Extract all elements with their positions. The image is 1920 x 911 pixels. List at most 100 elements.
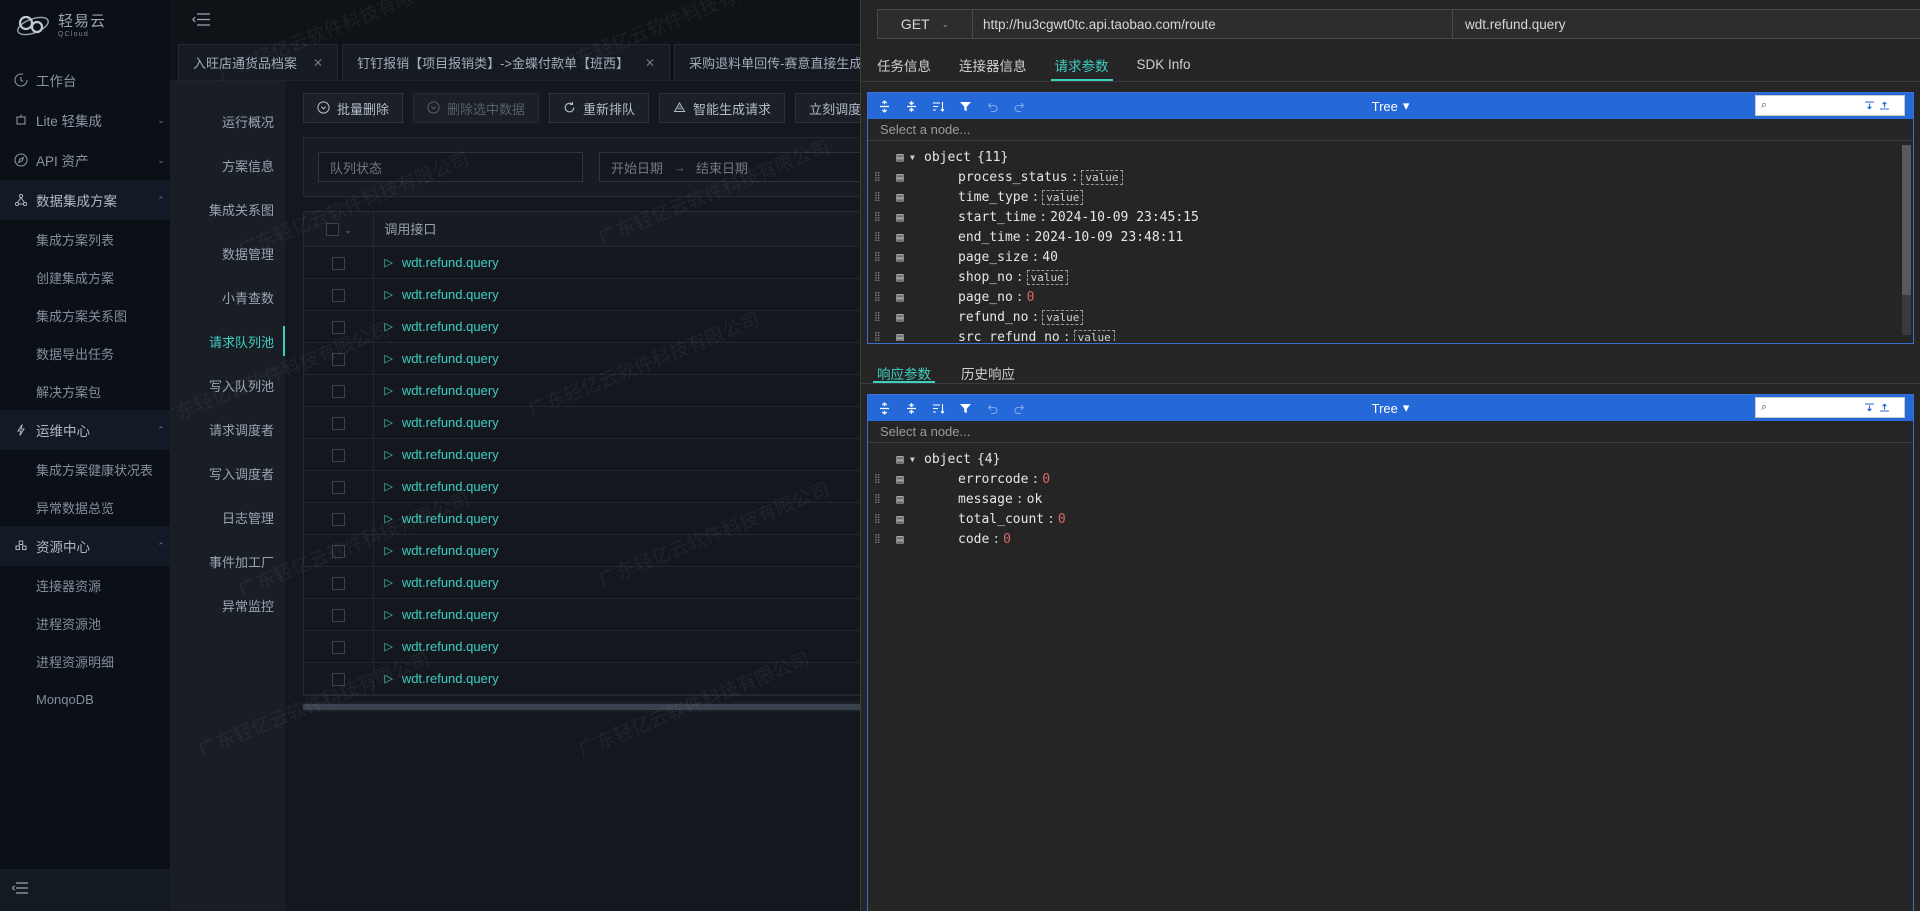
undo-icon[interactable]	[986, 100, 999, 113]
sidebar-item-scheme-list[interactable]: 集成方案列表	[0, 220, 170, 258]
subnav-item-scheme-info[interactable]: 方案信息	[170, 143, 285, 187]
node-icon[interactable]: ▤	[890, 290, 910, 304]
delete-selected-button[interactable]: 删除选中数据	[413, 93, 539, 123]
sidebar-group-resource-center[interactable]: 资源中心 ⌃	[0, 526, 170, 566]
filter-icon[interactable]	[959, 402, 972, 415]
node-icon[interactable]: ▤	[890, 190, 910, 204]
play-icon[interactable]: ▷	[384, 544, 392, 557]
request-api-input[interactable]: wdt.refund.query	[1453, 9, 1920, 39]
drag-handle-icon[interactable]: ⣿	[874, 214, 890, 221]
json-node-value[interactable]: value	[1042, 310, 1083, 325]
sidebar-item-export-task[interactable]: 数据导出任务	[0, 334, 170, 372]
scrollbar-thumb[interactable]	[1902, 145, 1911, 295]
json-node-row[interactable]: ⣿▤start_time:2024-10-09 23:45:15	[868, 207, 1913, 227]
json-node-row[interactable]: ⣿▤shop_no:value	[868, 267, 1913, 287]
node-icon[interactable]: ▤	[890, 210, 910, 224]
json-node-value[interactable]: value	[1081, 170, 1122, 185]
json-node-value[interactable]: ok	[1027, 492, 1043, 507]
sidebar-toggle-icon[interactable]	[192, 12, 211, 32]
tab-response-history[interactable]: 历史响应	[961, 363, 1015, 383]
sidebar-item-workbench[interactable]: 工作台	[0, 60, 170, 100]
json-node-row[interactable]: ⣿▤src_refund_no:value	[868, 327, 1913, 341]
row-checkbox[interactable]	[332, 417, 345, 430]
expand-all-icon[interactable]	[878, 402, 891, 415]
editor-search-input[interactable]: ⌕	[1755, 95, 1905, 116]
row-checkbox[interactable]	[332, 257, 345, 270]
drag-handle-icon[interactable]: ⣿	[874, 314, 890, 321]
search-nav-buttons[interactable]	[1864, 402, 1890, 413]
subnav-item-relation-graph[interactable]: 集成关系图	[170, 187, 285, 231]
json-node-row[interactable]: ⣿▤page_size:40	[868, 247, 1913, 267]
play-icon[interactable]: ▷	[384, 608, 392, 621]
subnav-item-write-scheduler[interactable]: 写入调度者	[170, 451, 285, 495]
json-node-value[interactable]: 40	[1042, 250, 1058, 265]
play-icon[interactable]: ▷	[384, 448, 392, 461]
sidebar-collapse-bar[interactable]	[0, 869, 170, 911]
json-node-value[interactable]: 0	[1058, 512, 1066, 527]
editor-mode-select[interactable]: Tree ▾	[1372, 400, 1410, 416]
tab-connector-info[interactable]: 连接器信息	[959, 48, 1027, 81]
subnav-item-exception-monitor[interactable]: 异常监控	[170, 583, 285, 627]
row-checkbox[interactable]	[332, 289, 345, 302]
node-icon[interactable]: ▤	[890, 512, 910, 526]
json-node-row[interactable]: ⣿▤process_status:value	[868, 167, 1913, 187]
sidebar-item-api-assets[interactable]: API 资产 ⌄	[0, 140, 170, 180]
row-checkbox[interactable]	[332, 449, 345, 462]
sidebar-group-ops-center[interactable]: 运维中心 ⌃	[0, 410, 170, 450]
play-icon[interactable]: ▷	[384, 256, 392, 269]
filter-icon[interactable]	[959, 100, 972, 113]
row-checkbox[interactable]	[332, 353, 345, 366]
subnav-item-write-queue-pool[interactable]: 写入队列池	[170, 363, 285, 407]
http-method-select[interactable]: GET ⌄	[877, 9, 973, 39]
json-node-value[interactable]: 2024-10-09 23:48:11	[1034, 230, 1183, 245]
node-icon[interactable]: ▤	[890, 250, 910, 264]
subnav-item-data-management[interactable]: 数据管理	[170, 231, 285, 275]
play-icon[interactable]: ▷	[384, 384, 392, 397]
row-checkbox[interactable]	[332, 321, 345, 334]
redo-icon[interactable]	[1013, 402, 1026, 415]
chevron-down-icon[interactable]: ⌄	[344, 225, 352, 235]
editor-mode-select[interactable]: Tree ▾	[1372, 98, 1410, 114]
sidebar-item-connector-resource[interactable]: 连接器资源	[0, 566, 170, 604]
batch-delete-button[interactable]: 批量删除	[303, 93, 403, 123]
collapse-all-icon[interactable]	[905, 402, 918, 415]
sort-icon[interactable]	[932, 100, 945, 113]
node-icon[interactable]: ▤	[890, 492, 910, 506]
row-checkbox[interactable]	[332, 609, 345, 622]
json-node-value[interactable]: value	[1027, 270, 1068, 285]
row-checkbox[interactable]	[332, 577, 345, 590]
play-icon[interactable]: ▷	[384, 416, 392, 429]
sidebar-item-exception-overview[interactable]: 异常数据总览	[0, 488, 170, 526]
row-checkbox[interactable]	[332, 545, 345, 558]
collapse-icon[interactable]	[12, 881, 29, 900]
node-icon[interactable]: ▤	[890, 452, 910, 466]
json-node-value[interactable]: value	[1042, 190, 1083, 205]
queue-status-select[interactable]: 队列状态	[318, 152, 583, 182]
tab-request-params[interactable]: 请求参数	[1055, 48, 1109, 81]
drag-handle-icon[interactable]: ⣿	[874, 496, 890, 503]
sidebar-item-health-table[interactable]: 集成方案健康状况表	[0, 450, 170, 488]
node-icon[interactable]: ▤	[890, 472, 910, 486]
node-select-bar[interactable]: Select a node...	[868, 421, 1913, 443]
node-icon[interactable]: ▤	[890, 150, 910, 164]
node-icon[interactable]: ▤	[890, 270, 910, 284]
drag-handle-icon[interactable]: ⣿	[874, 194, 890, 201]
json-node-row[interactable]: ⣿▤time_type:value	[868, 187, 1913, 207]
node-icon[interactable]: ▤	[890, 310, 910, 324]
collapse-all-icon[interactable]	[905, 100, 918, 113]
json-node-row[interactable]: ⣿▤errorcode:0	[868, 469, 1913, 489]
undo-icon[interactable]	[986, 402, 999, 415]
sidebar-group-data-integration[interactable]: 数据集成方案 ⌃	[0, 180, 170, 220]
sidebar-item-solution-pack[interactable]: 解决方案包	[0, 372, 170, 410]
redo-icon[interactable]	[1013, 100, 1026, 113]
ai-generate-request-button[interactable]: 智能生成请求	[659, 93, 785, 123]
drag-handle-icon[interactable]: ⣿	[874, 334, 890, 341]
node-icon[interactable]: ▤	[890, 170, 910, 184]
scrollbar-thumb[interactable]	[303, 704, 943, 710]
json-node-value[interactable]: value	[1074, 330, 1115, 342]
sidebar-item-mongodb[interactable]: MonqoDB	[0, 680, 170, 718]
subnav-item-log-management[interactable]: 日志管理	[170, 495, 285, 539]
requeue-button[interactable]: 重新排队	[549, 93, 649, 123]
drag-handle-icon[interactable]: ⣿	[874, 254, 890, 261]
json-node-row[interactable]: ⣿▤total_count:0	[868, 509, 1913, 529]
